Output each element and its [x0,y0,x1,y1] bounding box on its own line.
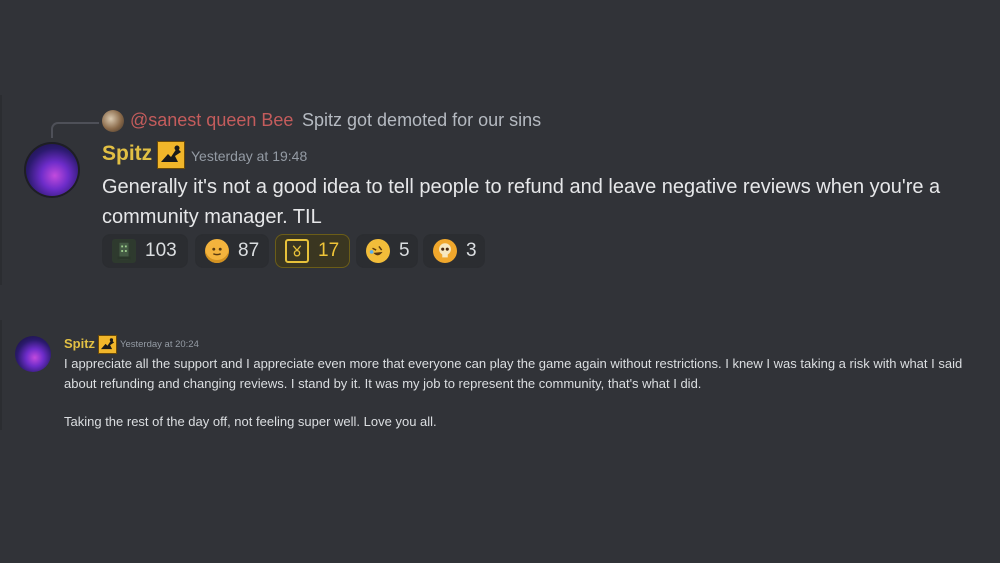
message-content: Generally it's not a good idea to tell p… [102,176,941,228]
message-content: I appreciate all the support and I appre… [64,354,992,432]
reply-avatar[interactable] [102,110,124,132]
message-1: @sanest queen Bee Spitz got demoted for … [0,100,1000,280]
reply-preview-text[interactable]: Spitz got demoted for our sins [302,110,541,131]
reaction-count: 17 [318,240,340,261]
message-paragraph: I appreciate all the support and I appre… [64,356,963,391]
reaction-laughing[interactable]: 5 [356,234,418,268]
skull-emoji-icon [433,239,457,263]
reply-connector [51,122,99,138]
username[interactable]: Spitz [102,142,152,166]
reaction-skull[interactable]: 3 [423,234,485,268]
reaction-count: 3 [466,240,477,261]
rolling-laughing-emoji-icon [366,239,390,263]
role-badge-icon[interactable] [157,141,185,169]
reaction-smile[interactable]: 87 [195,234,269,268]
tower-emoji-icon [112,239,136,263]
reaction-camera-frame[interactable]: 17 [275,234,350,268]
avatar[interactable] [24,142,80,198]
reply-mention[interactable]: @sanest queen Bee [130,110,293,131]
slight-smile-emoji-icon [205,239,229,263]
camera-frame-emoji-icon [285,239,309,263]
message-2: Spitz Yesterday at 20:24 I appreciate al… [0,330,1000,440]
reaction-tower[interactable]: 103 [102,234,188,268]
reaction-count: 87 [238,240,260,261]
avatar[interactable] [15,336,51,372]
message-paragraph: Taking the rest of the day off, not feel… [64,414,437,429]
reaction-count: 103 [145,240,177,261]
role-badge-icon[interactable] [98,335,117,354]
timestamp[interactable]: Yesterday at 19:48 [191,148,307,164]
reaction-count: 5 [399,240,410,261]
timestamp[interactable]: Yesterday at 20:24 [120,339,199,350]
username[interactable]: Spitz [64,336,95,351]
